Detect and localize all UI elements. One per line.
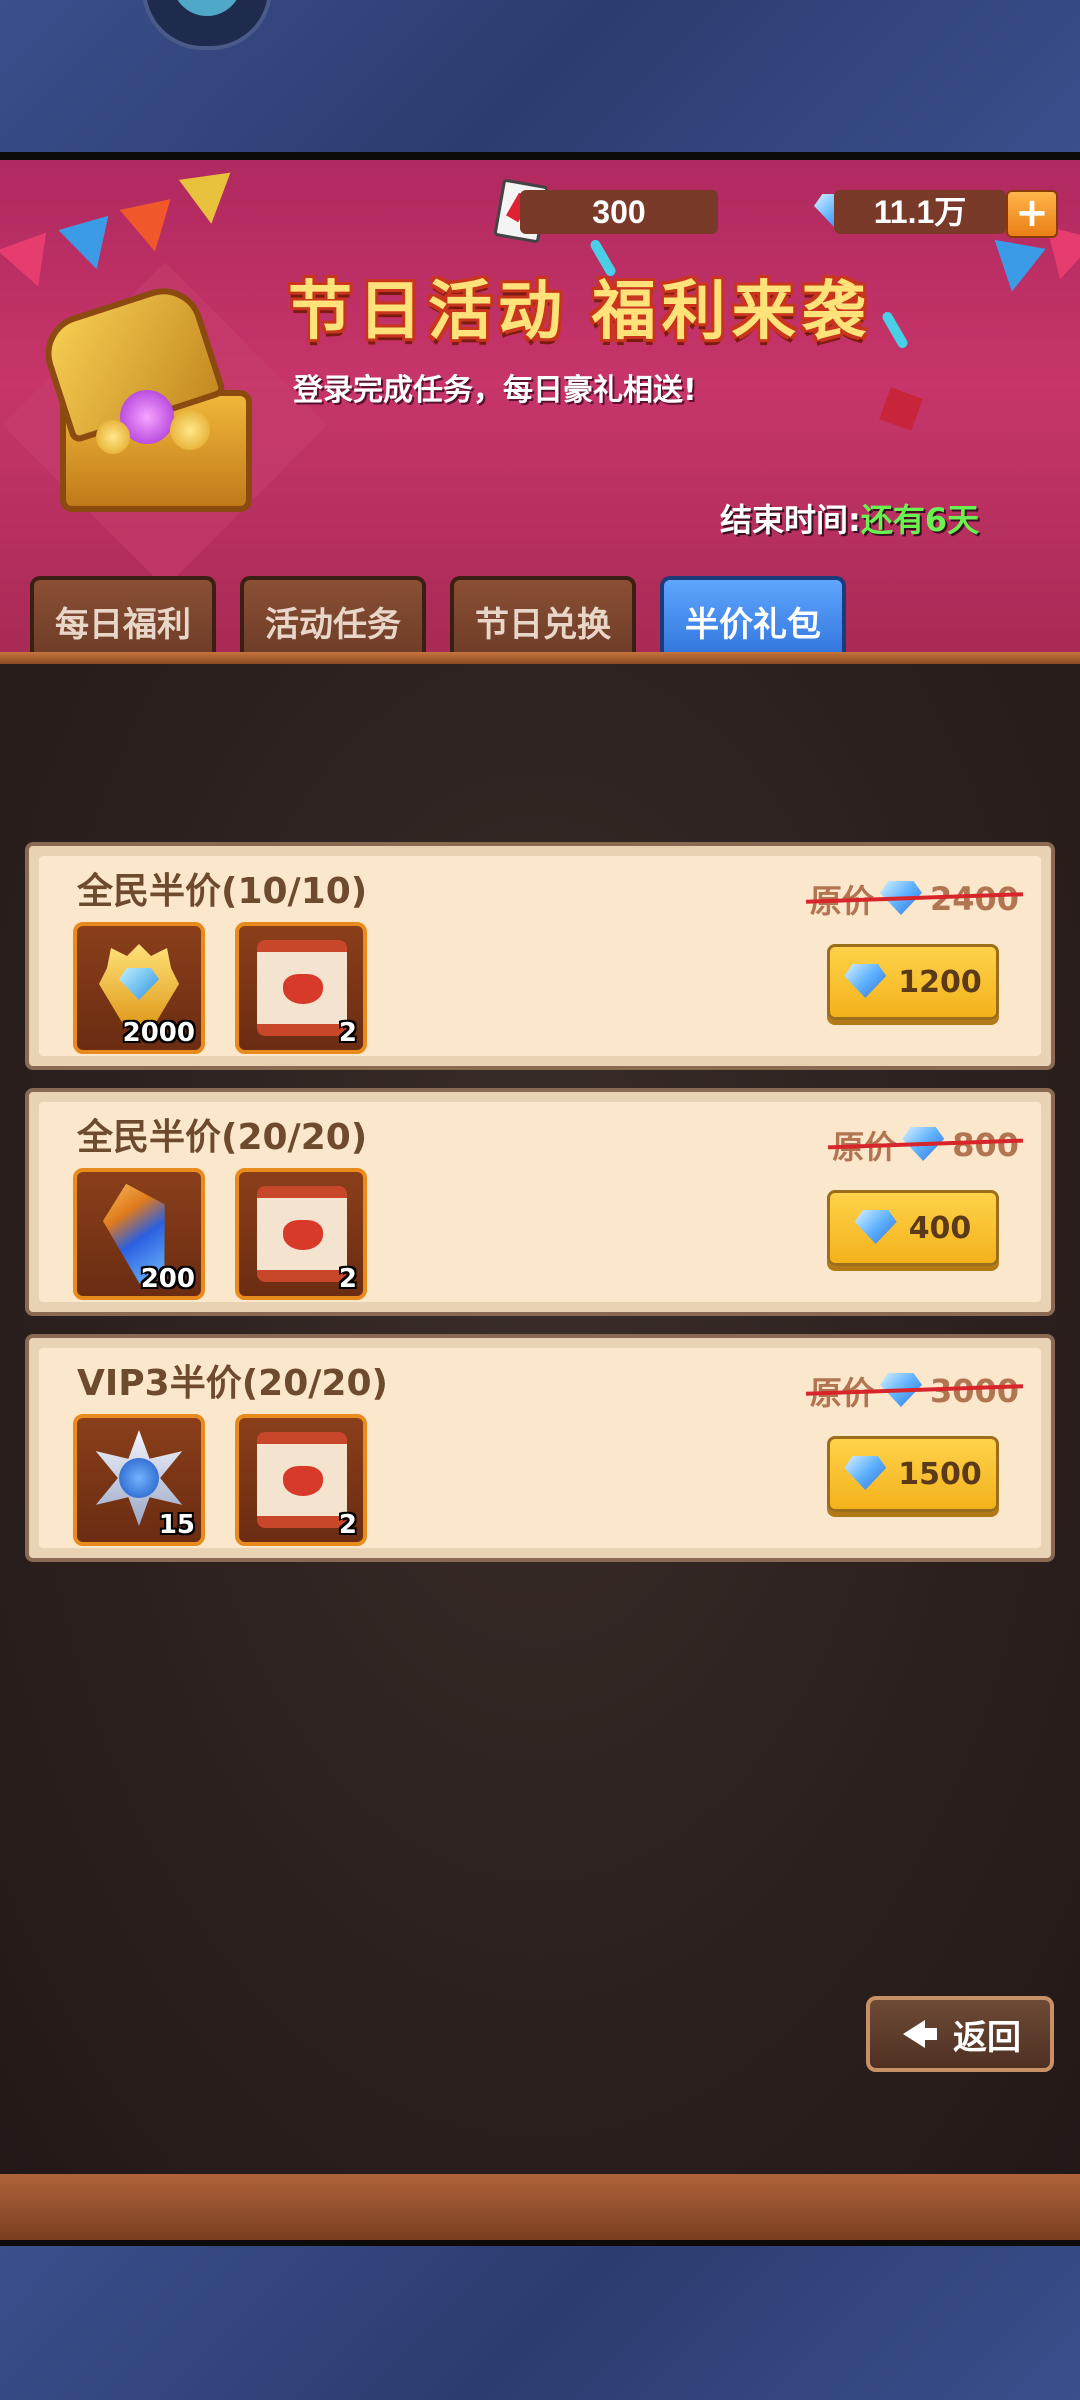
price-value: 400 [908, 1210, 972, 1246]
item-count: 15 [158, 1510, 195, 1540]
original-price: 原价 2400 [805, 876, 1024, 922]
event-title: 节日活动 福利来袭 [288, 275, 872, 347]
reward-item[interactable]: 15 [73, 1414, 205, 1546]
gem-counter: 11.1万 [834, 190, 1006, 234]
back-label: 返回 [953, 2017, 1021, 2058]
tab-event-tasks[interactable]: 活动任务 [240, 576, 426, 658]
reward-item[interactable]: 2000 [73, 922, 205, 1054]
original-price-value: 800 [952, 1126, 1019, 1164]
price-value: 1500 [898, 1456, 982, 1492]
item-count: 2 [338, 1018, 357, 1048]
pack-card: 全民半价(10/10) 原价 2400 2000 2 1200 [25, 842, 1055, 1070]
tab-label: 节日兑换 [475, 605, 611, 645]
ticket-counter: 300 [520, 190, 718, 234]
event-panel: 300 11.1万 + 节日活动 福利来袭 登录完成任务，每日豪礼相送! 结束时… [0, 152, 1080, 2246]
pack-card: VIP3半价(20/20) 原价 3000 15 2 1500 [25, 1334, 1055, 1562]
back-arrow-icon [899, 2014, 939, 2054]
reward-item[interactable]: 2 [235, 1168, 367, 1300]
bottom-bar [0, 2174, 1080, 2240]
original-price-value: 2400 [929, 880, 1019, 918]
reward-item[interactable]: 200 [73, 1168, 205, 1300]
pack-title: VIP3半价(20/20) [77, 1363, 388, 1404]
add-gems-button[interactable]: + [1006, 190, 1058, 238]
back-button[interactable]: 返回 [866, 1996, 1054, 2072]
bunting-flag-icon [119, 199, 181, 257]
gem-icon [844, 964, 888, 1000]
tab-holiday-exchange[interactable]: 节日兑换 [450, 576, 636, 658]
end-time-value: 还有6天 [860, 501, 980, 539]
bunting-flag-icon [178, 172, 238, 228]
end-time: 结束时间:还有6天 [720, 495, 979, 541]
price-value: 1200 [898, 964, 982, 1000]
pack-list: 全民半价(10/10) 原价 2400 2000 2 1200 全民半价(20/… [0, 664, 1080, 2174]
tab-label: 半价礼包 [685, 605, 821, 645]
bunting-flag-icon [58, 215, 122, 277]
tab-bar-divider [0, 652, 1080, 664]
original-price-value: 3000 [929, 1372, 1019, 1410]
avatar-icon [172, 0, 242, 16]
tab-label: 活动任务 [265, 605, 401, 645]
item-count: 2 [338, 1510, 357, 1540]
pack-title: 全民半价(10/10) [77, 871, 368, 912]
buy-button[interactable]: 1200 [827, 944, 999, 1020]
item-count: 2 [338, 1264, 357, 1294]
reward-item[interactable]: 2 [235, 1414, 367, 1546]
tab-daily-welfare[interactable]: 每日福利 [30, 576, 216, 658]
top-background [0, 0, 1080, 152]
buy-button[interactable]: 400 [827, 1190, 999, 1266]
buy-button[interactable]: 1500 [827, 1436, 999, 1512]
item-count: 200 [140, 1264, 195, 1294]
event-banner: 300 11.1万 + 节日活动 福利来袭 登录完成任务，每日豪礼相送! 结束时… [0, 160, 1080, 658]
original-price: 原价 3000 [805, 1368, 1024, 1414]
item-count: 2000 [122, 1018, 195, 1048]
pack-title: 全民半价(20/20) [77, 1117, 368, 1158]
avatar[interactable] [142, 0, 272, 50]
gem-icon [854, 1210, 899, 1246]
original-price: 原价 800 [828, 1122, 1024, 1168]
tab-label: 每日福利 [55, 605, 191, 645]
tab-half-price-pack[interactable]: 半价礼包 [660, 576, 846, 658]
end-time-label: 结束时间: [720, 501, 861, 539]
event-subtitle: 登录完成任务，每日豪礼相送! [293, 373, 697, 408]
reward-item[interactable]: 2 [235, 922, 367, 1054]
pack-card: 全民半价(20/20) 原价 800 200 2 400 [25, 1088, 1055, 1316]
gem-icon [844, 1456, 888, 1492]
gift-cube-icon [879, 387, 923, 431]
treasure-chest-icon [2, 262, 328, 588]
bottom-background [0, 2246, 1080, 2400]
